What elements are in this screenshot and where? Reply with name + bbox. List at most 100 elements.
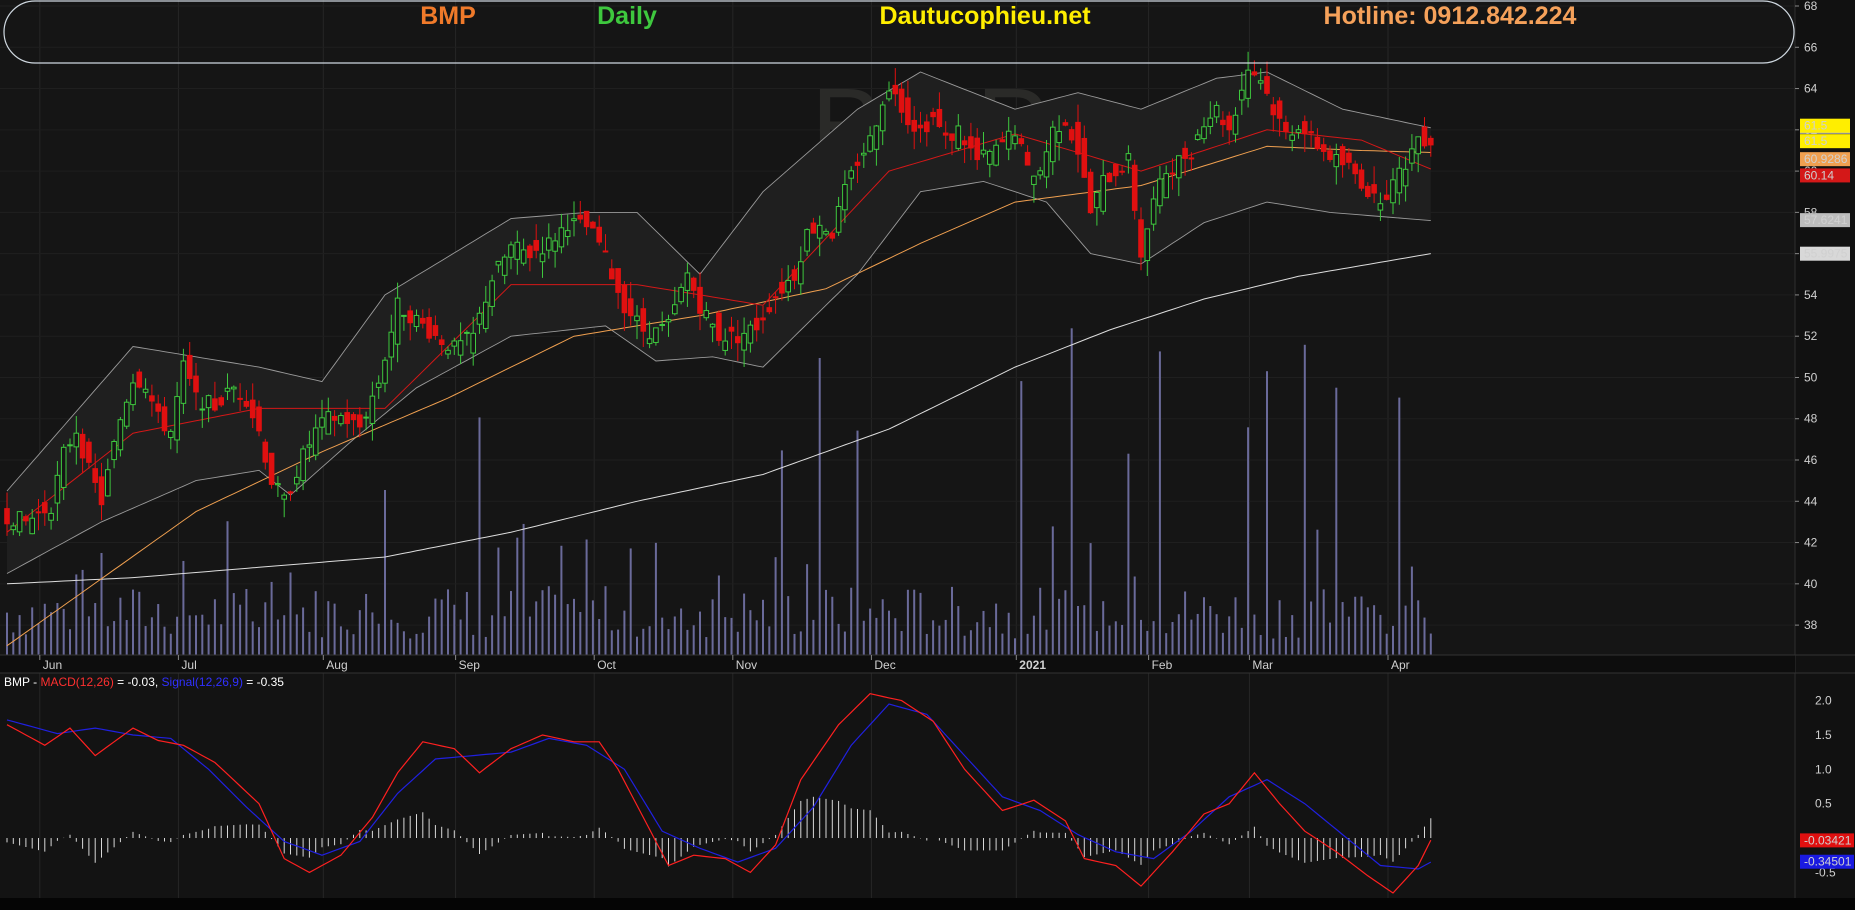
volume-bar: [667, 629, 670, 655]
candle-body: [873, 125, 880, 150]
candle-body: [583, 210, 590, 228]
candle-body: [1308, 131, 1314, 134]
candle-body: [684, 272, 691, 291]
volume-bar: [755, 620, 758, 655]
volume-bar: [69, 629, 71, 655]
candle-body: [798, 261, 804, 285]
volume-bar: [528, 616, 531, 655]
volume-bar: [251, 621, 254, 655]
volume-bar: [1196, 613, 1199, 655]
volume-bar: [988, 627, 991, 655]
volume-bar: [31, 607, 34, 655]
volume-bar: [434, 598, 437, 655]
volume-bar: [957, 606, 960, 655]
candle-body: [1257, 80, 1264, 84]
signal-legend-name: Signal(12,26,9): [162, 675, 243, 689]
date-tick-label: Aug: [326, 658, 347, 672]
volume-bar: [283, 615, 286, 655]
volume-bar: [862, 620, 865, 655]
volume-bar: [780, 450, 783, 655]
candle-body: [690, 277, 697, 291]
candle-body: [892, 84, 899, 95]
volume-bar: [579, 611, 582, 655]
candle-body: [867, 135, 873, 152]
volume-bar: [402, 631, 405, 655]
candle-body: [1213, 104, 1220, 118]
candle-body: [231, 386, 237, 390]
volume-bar: [226, 521, 229, 655]
candle-body: [249, 399, 256, 419]
volume-bar: [541, 590, 544, 655]
volume-bar: [472, 634, 475, 655]
candle-body: [1081, 137, 1088, 178]
volume-bar: [837, 623, 840, 655]
volume-bar: [1127, 453, 1130, 655]
price-tick-label: 42: [1804, 536, 1818, 550]
candle-body: [123, 401, 130, 427]
candle-body: [168, 430, 174, 438]
price-tick-label: 44: [1804, 494, 1818, 508]
volume-bar: [944, 619, 947, 655]
volume-bar: [81, 569, 84, 655]
candle-body: [546, 237, 552, 251]
volume-bar: [1278, 600, 1281, 655]
date-tick-label: Feb: [1152, 658, 1173, 672]
candle-body: [1094, 191, 1100, 209]
volume-bar: [1310, 601, 1313, 655]
candle-body: [961, 140, 968, 146]
candle-body: [42, 502, 48, 514]
volume-bar: [1133, 576, 1136, 655]
volume-bar: [1240, 627, 1243, 655]
candle-body: [1068, 129, 1075, 141]
volume-bar: [642, 628, 645, 655]
volume-bar: [1297, 637, 1300, 655]
candle-body: [772, 296, 779, 299]
candle-body: [1390, 179, 1396, 204]
volume-bar: [484, 636, 487, 655]
volume-bar: [384, 490, 386, 655]
candle-body: [968, 136, 974, 149]
volume-bar: [1228, 616, 1231, 655]
volume-bar: [951, 586, 953, 655]
volume-bar: [1215, 614, 1218, 655]
candle-body: [987, 150, 993, 165]
price-tick-label: 68: [1804, 0, 1818, 13]
candle-body: [760, 317, 766, 321]
volume-bar: [1272, 638, 1275, 655]
volume-bar: [264, 602, 267, 655]
volume-bar: [1158, 351, 1161, 655]
candle-body: [142, 388, 149, 393]
date-tick-label: Dec: [874, 658, 895, 672]
volume-bar: [963, 635, 966, 655]
volume-bar: [478, 417, 481, 655]
candle-body: [1119, 170, 1125, 173]
tag-ma20: 60.14: [1804, 168, 1834, 182]
volume-bar: [1190, 619, 1193, 655]
volume-bar: [617, 629, 620, 655]
candle-body: [483, 301, 489, 329]
candle-body: [615, 268, 621, 293]
volume-bar: [673, 616, 676, 655]
volume-bar: [680, 608, 683, 655]
candle-body: [186, 354, 193, 379]
date-tick-label: Jun: [43, 658, 62, 672]
volume-bar: [94, 603, 97, 655]
volume-bar: [1165, 633, 1168, 655]
candle-body: [1005, 130, 1012, 150]
candle-body: [111, 441, 117, 461]
volume-bar: [1247, 427, 1250, 655]
candle-body: [92, 468, 99, 483]
volume-bar: [1095, 630, 1098, 655]
candle-body: [728, 326, 735, 332]
volume-bar: [365, 593, 368, 655]
volume-bar: [623, 610, 626, 655]
candle-body: [237, 397, 243, 400]
candle-body: [306, 444, 313, 448]
volume-bar: [43, 603, 46, 655]
volume-bar: [1316, 529, 1319, 655]
tag-close: 61.5: [1804, 119, 1828, 133]
volume-bar: [825, 589, 827, 655]
volume-bar: [1322, 589, 1325, 655]
volume-bar: [881, 599, 884, 655]
volume-bar: [1146, 630, 1149, 655]
